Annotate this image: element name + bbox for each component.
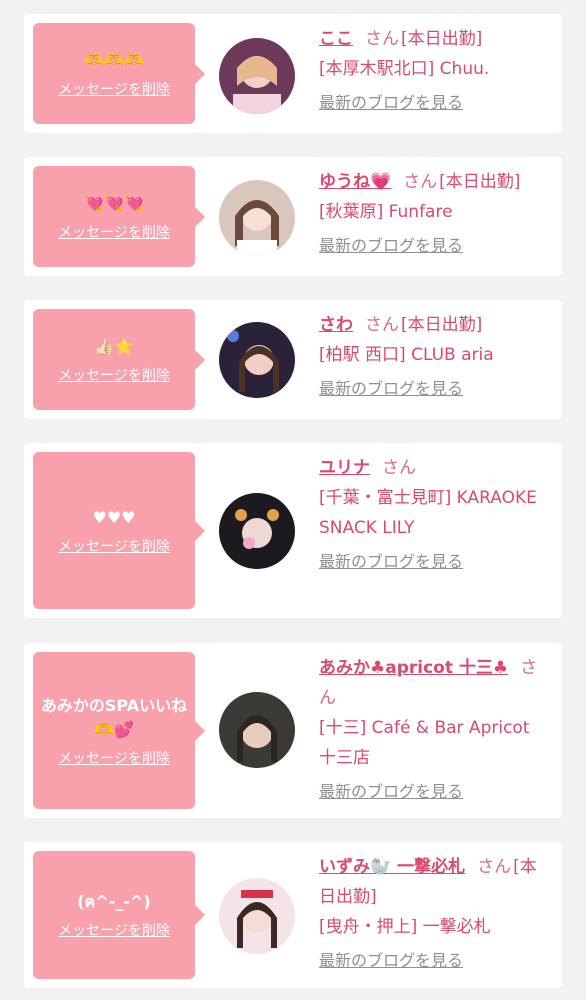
message-bubble: 🫶🫶🫶 メッセージを削除 [33,23,205,124]
status-text: [本日出勤] [439,172,521,192]
message-text: 👍🏻⭐ [94,336,134,356]
location-text: [千葉・富士見町] KARAOKE SNACK LILY [319,488,537,538]
cast-name-link[interactable]: いずみ🦭 一撃必札 [319,857,465,877]
status-text: [本日出勤] [401,315,483,335]
message-text: あみかのSPAいいね🫶💕 [40,695,188,739]
message-bubble: (ฅ^-_-^) メッセージを削除 [33,851,205,979]
message-card: 🫶🫶🫶 メッセージを削除 ここ さん [本日出勤] [本厚木駅北口] Chuu. 最… [24,14,562,133]
location-text: [本厚木駅北口] Chuu. [319,59,490,79]
delete-message-link[interactable]: メッセージを削除 [58,922,170,940]
blog-link[interactable]: 最新のブログを見る [319,374,463,404]
blog-link[interactable]: 最新のブログを見る [319,88,463,118]
honorific: さん [382,458,416,478]
cast-info: いずみ🦭 一撃必札 さん [本日出勤] [曳舟・押上] 一撃必札 最新のブログを見る [319,852,551,976]
cast-name-link[interactable]: さわ [319,315,353,335]
location-text: [十三] Café & Bar Apricot 十三店 [319,718,530,768]
cast-name-link[interactable]: ユリナ [319,458,370,478]
delete-message-link[interactable]: メッセージを削除 [58,367,170,385]
cast-info: あみか♣apricot 十三♣ さん [十三] Café & Bar Aprico… [319,653,551,807]
location-text: [曳舟・押上] 一撃必札 [319,917,491,937]
message-card: 💘💘💘 メッセージを削除 ゆうね💗 さん [本日出勤] [秋葉原] Funfare … [24,157,562,276]
message-card: あみかのSPAいいね🫶💕 メッセージを削除 あみか♣apricot 十三♣ さん … [24,643,562,818]
avatar[interactable] [219,38,295,114]
honorific: さん [365,29,399,49]
cast-name-link[interactable]: あみか♣apricot 十三♣ [319,658,508,678]
message-bubble: 👍🏻⭐ メッセージを削除 [33,309,205,410]
avatar[interactable] [219,692,295,768]
cast-info: ここ さん [本日出勤] [本厚木駅北口] Chuu. 最新のブログを見る [319,24,551,118]
message-bubble: あみかのSPAいいね🫶💕 メッセージを削除 [33,652,205,809]
blog-link[interactable]: 最新のブログを見る [319,946,463,976]
avatar[interactable] [219,322,295,398]
message-bubble: 💘💘💘 メッセージを削除 [33,166,205,267]
honorific: さん [477,857,512,877]
cast-name-link[interactable]: ゆうね💗 [319,172,391,192]
delete-message-link[interactable]: メッセージを削除 [58,538,170,556]
message-text: (ฅ^-_-^) [77,892,151,911]
blog-link[interactable]: 最新のブログを見る [319,231,463,261]
delete-message-link[interactable]: メッセージを削除 [58,81,170,99]
blog-link[interactable]: 最新のブログを見る [319,777,463,807]
cast-info: さわ さん [本日出勤] [柏駅 西口] CLUB aria 最新のブログを見る [319,310,551,404]
cast-info: ゆうね💗 さん [本日出勤] [秋葉原] Funfare 最新のブログを見る [319,167,551,261]
avatar[interactable] [219,180,295,256]
message-card: 👍🏻⭐ メッセージを削除 さわ さん [本日出勤] [柏駅 西口] CLUB ari… [24,300,562,419]
message-text: 🫶🫶🫶 [84,50,144,70]
location-text: [柏駅 西口] CLUB aria [319,345,494,365]
message-card: ♥♥♥ メッセージを削除 ユリナ さん [千葉・富士見町] KARAOKE SNA… [24,443,562,618]
message-text: 💘💘💘 [84,193,144,213]
delete-message-link[interactable]: メッセージを削除 [58,750,170,768]
cast-name-link[interactable]: ここ [319,29,353,49]
honorific: さん [365,315,399,335]
message-bubble: ♥♥♥ メッセージを削除 [33,452,205,609]
message-text: ♥♥♥ [92,507,136,527]
message-card: (ฅ^-_-^) メッセージを削除 いずみ🦭 一撃必札 さん [本日出勤] [曳舟・… [24,842,562,988]
avatar[interactable] [219,493,295,569]
blog-link[interactable]: 最新のブログを見る [319,547,463,577]
delete-message-link[interactable]: メッセージを削除 [58,224,170,242]
cast-info: ユリナ さん [千葉・富士見町] KARAOKE SNACK LILY 最新のブロ… [319,453,551,577]
avatar[interactable] [219,878,295,954]
honorific: さん [403,172,438,192]
status-text: [本日出勤] [401,29,483,49]
location-text: [秋葉原] Funfare [319,202,453,222]
